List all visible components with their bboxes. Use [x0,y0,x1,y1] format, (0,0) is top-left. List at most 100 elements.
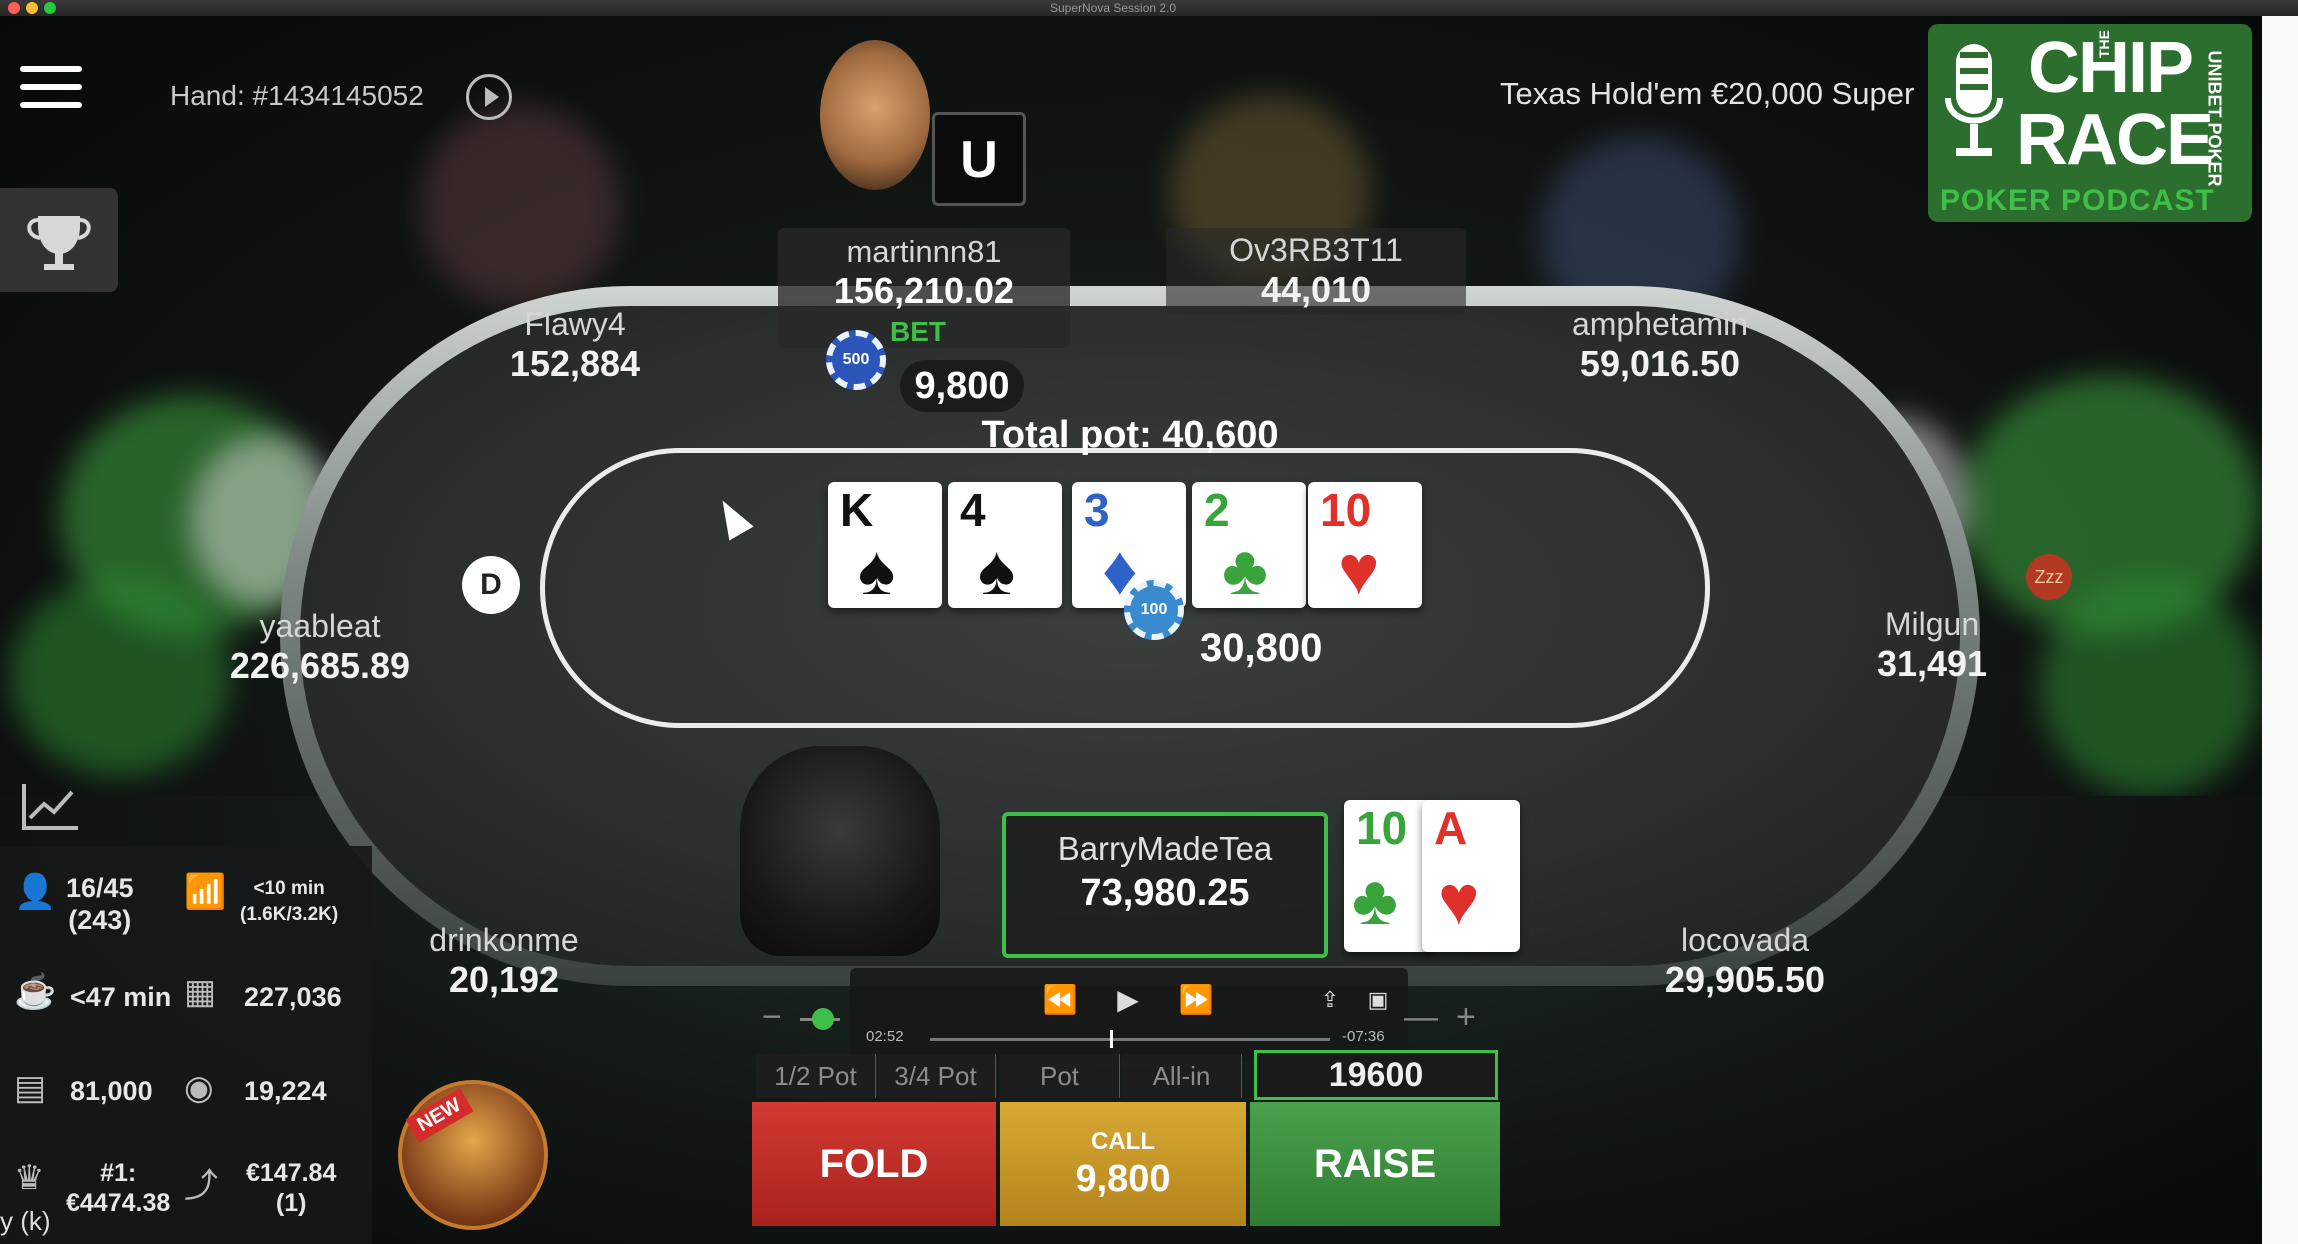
preset-half-pot[interactable]: 1/2 Pot [756,1054,876,1098]
club-icon: ♣ [1222,531,1268,608]
player-stack: 31,491 [1876,643,1988,684]
card-rank: 3 [1084,484,1110,536]
bet-slider-knob[interactable] [812,1008,834,1030]
seat-hero[interactable]: BarryMadeTea 73,980.25 [1002,812,1328,958]
coffee-cup-icon: ☕ [14,973,57,1011]
avatar-martinnn81[interactable] [820,40,930,190]
zoom-window-button[interactable] [44,2,56,14]
hole-card-1: 10 ♣ [1344,800,1432,952]
stats-graph-button[interactable] [18,778,82,834]
seat-ov3rb3t11[interactable]: Ov3RB3T11 44,010 [1166,228,1466,315]
next-prize-icon: ⤴ [184,1167,218,1205]
player-name: amphetamin [1571,306,1749,342]
call-button[interactable]: CALL 9,800 [1000,1102,1246,1226]
hole-card-2: A ♥ [1422,800,1520,952]
player-name: Milgun [1884,606,1980,642]
hamburger-icon [20,66,82,72]
play-button[interactable]: ▶ [1108,980,1148,1020]
heart-icon: ♥ [1438,861,1480,939]
tournament-stats-panel: 👤 16/45 (243) 📶 <10 min (1.6K/3.2K) ☕ <47 … [0,846,372,1244]
hero-name: BarryMadeTea [1057,830,1273,867]
minimize-window-button[interactable] [26,2,38,14]
total-pot: Total pot: 40,600 [981,414,1279,456]
dealer-button: D [462,556,520,614]
right-edge-strip [2262,16,2298,1244]
share-icon[interactable]: ⇪ [1310,980,1350,1020]
player-name: yaableat [259,608,381,644]
card-rank: 10 [1320,484,1372,536]
preset-pot[interactable]: Pot [1000,1054,1120,1098]
seat-flawy4[interactable]: Flawy4 152,884 [460,306,690,385]
unibet-logo: U [932,112,1026,206]
raise-amount-input[interactable]: 19600 [1254,1050,1498,1100]
prize-icon: ♛ [14,1159,45,1197]
next-prize: €147.84 (1) [246,1159,337,1217]
chip-denomination: 100 [1140,601,1168,618]
remaining-time: -07:36 [1342,1028,1385,1045]
blinds-info: <10 min (1.6K/3.2K) [240,878,339,925]
logo-subtitle: POKER PODCAST [1940,184,2215,217]
card-rank: A [1434,802,1468,854]
microphone-icon [1945,44,2003,156]
seek-thumb[interactable] [1110,1030,1113,1048]
chip-race-logo: THE CHIP RACE POKER PODCAST UNIBET POKER [1928,24,2252,222]
hand-number: Hand: #1434145052 [170,80,424,111]
fast-forward-button[interactable]: ⏩ [1176,980,1216,1020]
trophy-icon [27,216,91,270]
seek-bar[interactable] [930,1030,1330,1048]
player-stack: 226,685.89 [229,645,411,686]
average-stack: 81,000 [70,1076,153,1106]
slider-track-right: — [1404,998,1438,1036]
break-timer: <47 min [70,982,172,1012]
avatar-barrymadetea[interactable] [740,746,940,956]
preset-three-quarter-pot[interactable]: 3/4 Pot [876,1054,996,1098]
card-rank: 4 [960,484,986,536]
chart-icon [22,784,78,830]
rewind-button[interactable]: ⏪ [1040,980,1080,1020]
tournament-lobby-button[interactable] [0,188,118,292]
replay-button[interactable] [466,74,512,120]
card-rank: K [840,484,874,536]
fold-button[interactable]: FOLD [752,1102,996,1226]
game-info: Texas Hold'em €20,000 Super [1500,76,1915,111]
raise-button[interactable]: RAISE [1250,1102,1500,1226]
chips-stack-icon: ▦ [184,973,217,1011]
seat-yaableat[interactable]: yaableat 226,685.89 [190,608,450,687]
increase-bet-button[interactable]: + [1456,998,1476,1037]
card-rank: 2 [1204,484,1230,536]
close-window-button[interactable] [8,2,20,14]
seat-drinkonme[interactable]: drinkonme 20,192 [400,922,608,1001]
board-card-4: 2 ♣ [1192,482,1306,608]
menu-button[interactable] [20,66,82,120]
person-icon: 👤 [14,873,57,911]
smallest-stack: 19,224 [244,1076,327,1106]
picture-in-picture-icon[interactable]: ▣ [1358,980,1398,1020]
preset-all-in[interactable]: All-in [1122,1054,1242,1098]
blinds-icon: 📶 [184,873,227,911]
call-amount: 9,800 [1075,1158,1171,1200]
seat-milgun[interactable]: Milgun 31,491 [1852,606,2012,685]
board-card-1: K ♠ [828,482,942,608]
player-position: 16/45 (243) [66,873,134,935]
card-rank: 10 [1356,802,1408,854]
club-icon: ♣ [1352,861,1398,939]
decrease-bet-button[interactable]: − [762,998,782,1037]
heart-icon: ♥ [1338,531,1380,608]
seat-locovada[interactable]: locovada 29,905.50 [1640,922,1850,1001]
player-name: Ov3RB3T11 [1229,232,1403,268]
player-stack: 44,010 [1260,269,1372,310]
promo-badge[interactable]: NEW [398,1080,548,1230]
hero-stack: 73,980.25 [1080,872,1250,914]
smallest-stack-icon: ◉ [184,1069,214,1107]
player-name: locovada [1680,922,1810,958]
sitting-out-badge: Zzz [2026,554,2072,600]
seat-amphetamin[interactable]: amphetamin 59,016.50 [1520,306,1800,385]
bet-chip-stack: 500 [826,330,886,390]
logo-race: RACE [2016,100,2214,180]
spade-icon: ♠ [978,531,1016,608]
player-name: Flawy4 [524,306,626,342]
call-label: CALL [1091,1128,1155,1155]
player-name: martinnn81 [846,234,1002,269]
player-stack: 20,192 [448,959,560,1000]
logo-chip: CHIP [2028,28,2194,108]
